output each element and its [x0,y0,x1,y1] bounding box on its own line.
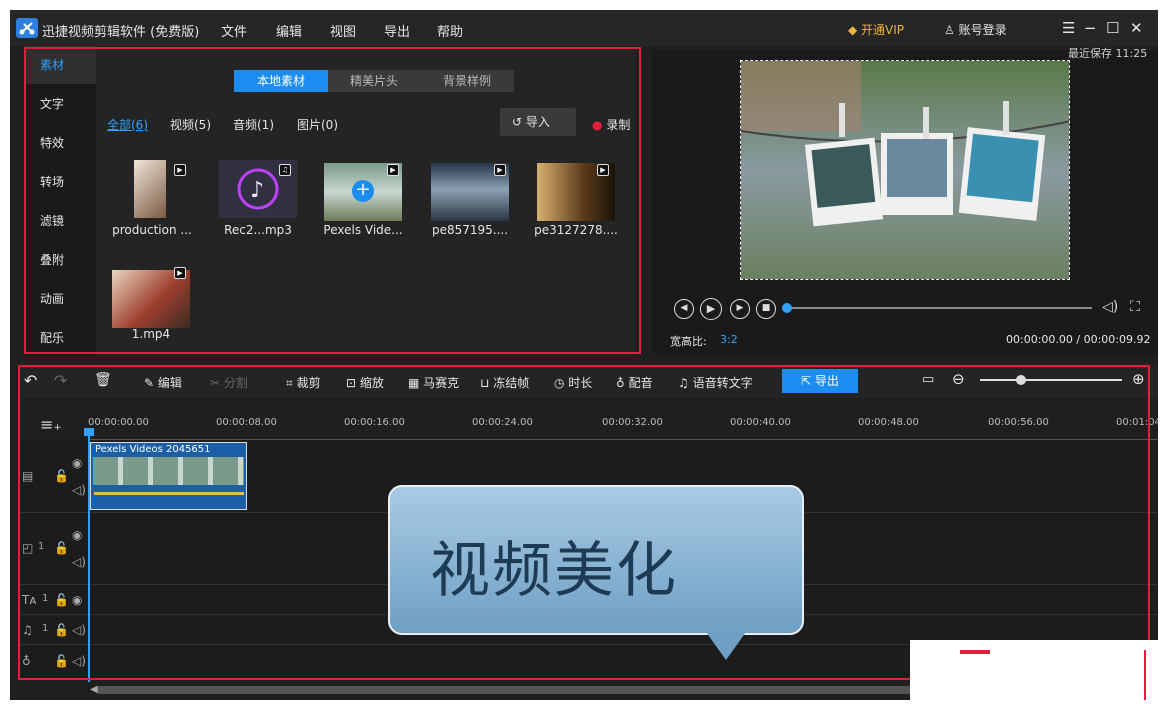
highlight-fragment [1144,650,1146,700]
menu-view[interactable]: 视图 [330,21,356,40]
volume-icon[interactable]: ◁) [1102,299,1118,315]
playback-progress[interactable] [786,307,1092,309]
maximize-icon[interactable]: ☐ [1106,19,1119,37]
app-logo [16,18,38,38]
preview-frame-image [741,61,1069,279]
minimize-icon[interactable]: − [1084,19,1097,37]
play-icon[interactable]: ▶ [700,298,722,320]
timeline-horizontal-scrollbar[interactable] [96,686,930,694]
aspect-ratio-label: 宽高比: [670,335,707,348]
prev-frame-icon[interactable]: ◀ [674,299,694,319]
app-window: 迅捷视频剪辑软件 (免费版) 文件 编辑 视图 导出 帮助 ◆ 开通VIP ♙ … [10,10,1158,700]
timeline-highlight [18,365,1150,680]
close-icon[interactable]: ✕ [1130,19,1143,37]
highlight-fragment [960,650,990,654]
media-panel-highlight [24,47,641,354]
login-label: 账号登录 [958,23,1007,37]
user-icon: ♙ [944,23,959,37]
menu-help[interactable]: 帮助 [437,21,463,40]
preview-video-frame[interactable] [740,60,1070,280]
aspect-ratio-value[interactable]: 3:2 [720,333,738,346]
scroll-left-icon[interactable]: ◀ [90,684,98,695]
hamburger-menu-icon[interactable]: ☰ [1062,19,1075,37]
stop-icon[interactable]: ■ [756,299,776,319]
timecode: 00:00:00.00 / 00:00:09.92 [1006,333,1151,346]
menu-edit[interactable]: 编辑 [276,21,302,40]
menu-export[interactable]: 导出 [384,21,410,40]
menu-file[interactable]: 文件 [221,21,247,40]
vip-label: 开通VIP [861,23,905,37]
playback-handle[interactable] [782,303,792,313]
corner-mask [910,640,1158,700]
fullscreen-icon[interactable]: ⛶ [1130,299,1140,315]
last-save-status: 最近保存 11:25 [1068,47,1148,60]
app-title: 迅捷视频剪辑软件 (免费版) [42,25,200,40]
diamond-icon: ◆ [848,23,862,37]
login-button[interactable]: ♙ 账号登录 [944,21,1007,38]
next-frame-icon[interactable]: ▶ [730,299,750,319]
vip-button[interactable]: ◆ 开通VIP [848,21,904,38]
